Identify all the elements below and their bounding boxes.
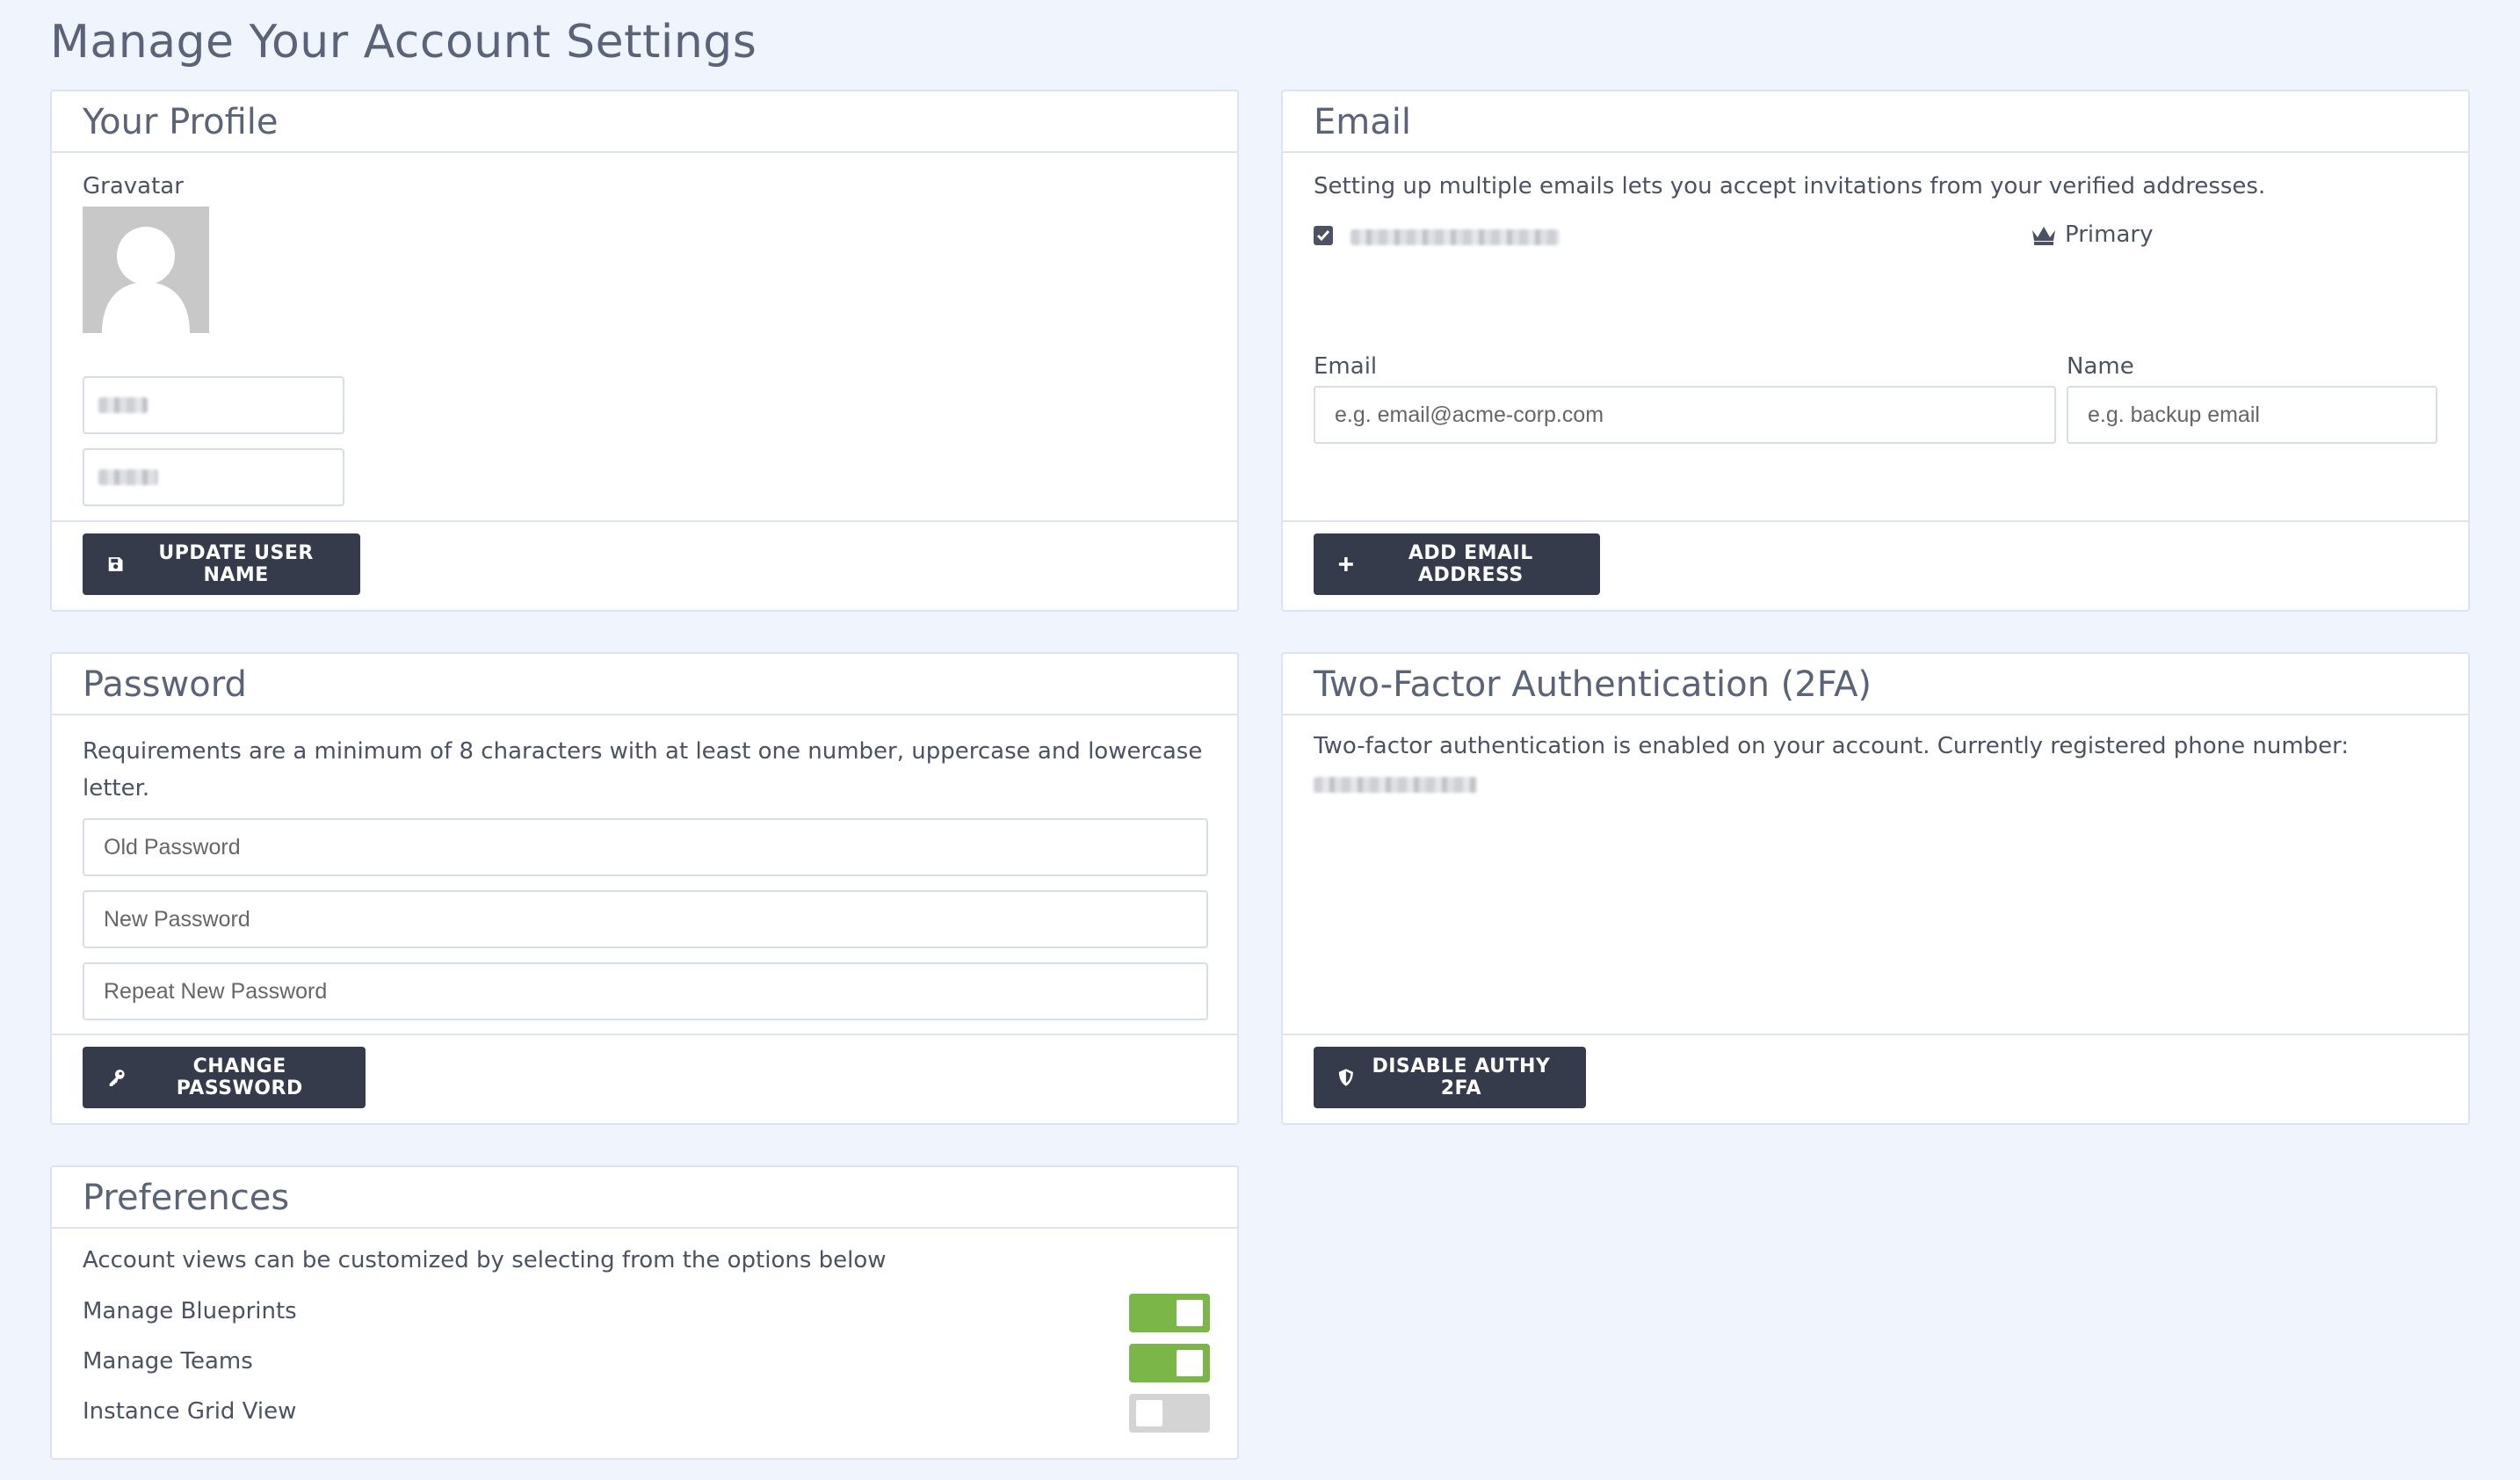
update-user-name-button[interactable]: UPDATE USER NAME	[83, 533, 360, 595]
name-field-label: Name	[2067, 353, 2134, 380]
old-password-input[interactable]	[83, 818, 1208, 876]
pref-instance-grid-view-toggle[interactable]	[1129, 1394, 1210, 1433]
preferences-card-header: Preferences	[52, 1167, 1237, 1229]
twofa-card-title: Two-Factor Authentication (2FA)	[1314, 664, 1872, 705]
pref-instance-grid-view-label: Instance Grid View	[83, 1398, 297, 1425]
twofa-card-footer: DISABLE AUTHY 2FA	[1283, 1034, 2468, 1123]
email-input[interactable]	[1314, 386, 2056, 444]
disable-authy-2fa-button[interactable]: DISABLE AUTHY 2FA	[1314, 1047, 1586, 1108]
update-user-name-label: UPDATE USER NAME	[158, 542, 314, 586]
primary-badge: Primary	[2030, 221, 2153, 248]
primary-label: Primary	[2065, 221, 2154, 248]
profile-card-footer: UPDATE USER NAME	[52, 520, 1237, 610]
email-description: Setting up multiple emails lets you acce…	[1314, 173, 2266, 200]
pref-manage-teams-label: Manage Teams	[83, 1348, 253, 1375]
email-card-header: Email	[1283, 91, 2468, 153]
password-card: Password Requirements are a minimum of 8…	[50, 652, 1239, 1125]
profile-card-title: Your Profile	[83, 102, 279, 142]
password-card-title: Password	[83, 664, 247, 705]
email-card-footer: ADD EMAIL ADDRESS	[1283, 520, 2468, 610]
repeat-password-input[interactable]	[83, 962, 1208, 1020]
phone-number-redacted	[1314, 777, 1477, 793]
change-password-button[interactable]: CHANGE PASSWORD	[83, 1047, 366, 1108]
key-icon	[109, 1070, 125, 1086]
profile-card-header: Your Profile	[52, 91, 1237, 153]
plus-icon	[1338, 557, 1353, 571]
new-password-input[interactable]	[83, 890, 1208, 948]
email-card: Email Setting up multiple emails lets yo…	[1281, 90, 2470, 612]
pref-manage-teams-toggle[interactable]	[1129, 1344, 1210, 1382]
page-title: Manage Your Account Settings	[50, 16, 757, 69]
user-silhouette-icon	[102, 227, 190, 333]
last-name-redacted	[98, 469, 158, 485]
password-card-header: Password	[52, 654, 1237, 715]
preferences-card: Preferences Account views can be customi…	[50, 1165, 1239, 1460]
twofa-card: Two-Factor Authentication (2FA) Two-fact…	[1281, 652, 2470, 1125]
email-card-title: Email	[1314, 102, 1411, 142]
gravatar-label: Gravatar	[83, 173, 184, 200]
primary-email-redacted	[1351, 229, 1560, 245]
password-requirements: Requirements are a minimum of 8 characte…	[83, 738, 1203, 802]
avatar	[83, 207, 209, 333]
crown-icon	[2032, 227, 2055, 245]
primary-email-checkbox[interactable]	[1314, 226, 1333, 245]
shield-icon	[1338, 1069, 1353, 1086]
email-name-input[interactable]	[2067, 386, 2437, 444]
add-email-address-button[interactable]: ADD EMAIL ADDRESS	[1314, 533, 1600, 595]
email-field-label: Email	[1314, 353, 1378, 380]
disable-authy-2fa-label: DISABLE AUTHY 2FA	[1372, 1056, 1551, 1099]
password-card-footer: CHANGE PASSWORD	[52, 1034, 1237, 1123]
twofa-card-header: Two-Factor Authentication (2FA)	[1283, 654, 2468, 715]
pref-manage-blueprints-toggle[interactable]	[1129, 1294, 1210, 1332]
first-name-redacted	[98, 397, 148, 413]
toggle-knob	[1136, 1400, 1162, 1426]
add-email-address-label: ADD EMAIL ADDRESS	[1408, 542, 1533, 586]
check-icon	[1316, 230, 1330, 242]
change-password-label: CHANGE PASSWORD	[176, 1056, 303, 1099]
save-icon	[108, 557, 123, 571]
preferences-card-title: Preferences	[83, 1178, 290, 1218]
toggle-knob	[1177, 1350, 1203, 1376]
toggle-knob	[1177, 1300, 1203, 1326]
pref-manage-blueprints-label: Manage Blueprints	[83, 1298, 297, 1324]
profile-card: Your Profile Gravatar UPDATE USER NAME	[50, 90, 1239, 612]
twofa-description: Two-factor authentication is enabled on …	[1314, 733, 2350, 759]
preferences-description: Account views can be customized by selec…	[83, 1247, 887, 1273]
